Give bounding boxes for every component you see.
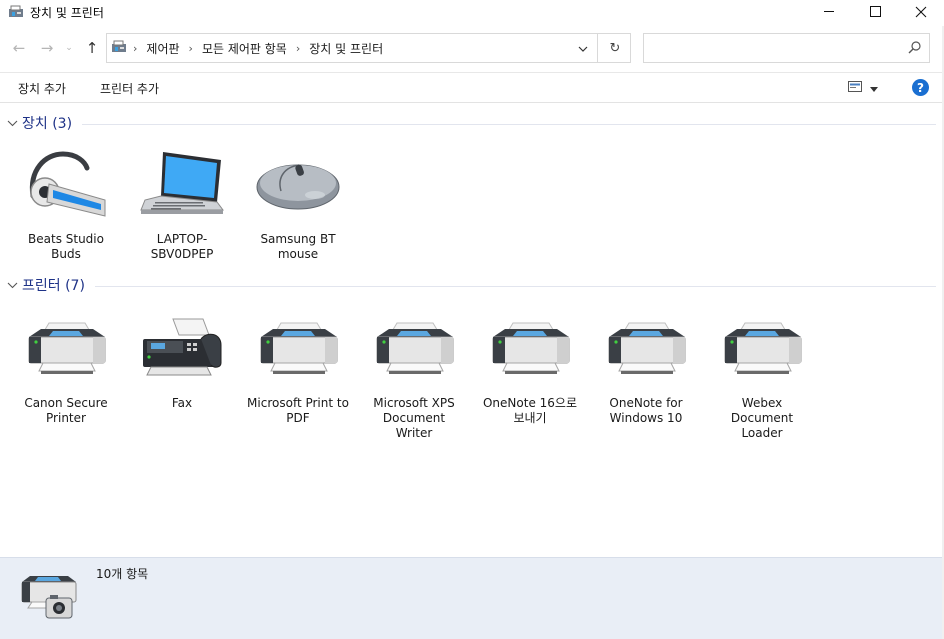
title-bar: 장치 및 프린터 (0, 0, 944, 26)
chevron-down-icon (578, 41, 588, 55)
devices-printers-icon (8, 5, 24, 22)
up-button[interactable]: ↑ (82, 38, 102, 58)
item-label: Samsung BT mouse (260, 232, 336, 261)
add-printer-button[interactable]: 프린터 추가 (100, 80, 159, 97)
group-title: 프린터 (7) (22, 278, 85, 294)
search-icon (908, 41, 921, 57)
change-view-button[interactable] (848, 81, 884, 95)
divider (82, 123, 936, 125)
printer-icon (601, 308, 691, 390)
arrow-left-icon: ← (12, 39, 26, 57)
address-bar[interactable]: › 제어판 › 모든 제어판 항목 › 장치 및 프린터 ↻ (106, 33, 631, 63)
printer-icon (253, 308, 343, 390)
item-label: Microsoft Print to PDF (247, 396, 349, 425)
address-dropdown-button[interactable] (573, 39, 593, 57)
device-item-beats-studio-buds[interactable]: Beats Studio Buds (11, 144, 121, 262)
maximize-icon (869, 6, 881, 20)
item-label: Microsoft XPS Document Writer (373, 396, 455, 440)
minimize-button[interactable] (806, 0, 852, 26)
breadcrumb-devices-printers[interactable]: 장치 및 프린터 (309, 40, 383, 57)
item-label: Canon Secure Printer (24, 396, 108, 425)
recent-locations-button[interactable]: ⌄ (62, 38, 76, 58)
chevron-right-icon[interactable]: › (133, 42, 137, 55)
device-item-samsung-bt-mouse[interactable]: Samsung BT mouse (243, 144, 353, 262)
maximize-button[interactable] (852, 0, 898, 26)
minimize-icon (823, 6, 835, 20)
breadcrumb: › 제어판 › 모든 제어판 항목 › 장치 및 프린터 (133, 40, 383, 57)
printer-item-onenote-for-windows-10[interactable]: OneNote for Windows 10 (591, 308, 701, 426)
devices-printers-icon (111, 40, 127, 57)
printer-item-canon-secure-printer[interactable]: Canon Secure Printer (11, 308, 121, 426)
help-icon: ? (917, 80, 924, 95)
laptop-icon (137, 144, 227, 226)
search-input[interactable] (643, 33, 930, 63)
printer-icon (717, 308, 807, 390)
chevron-down-icon (870, 81, 878, 95)
arrow-right-icon: → (40, 39, 54, 57)
item-label: LAPTOP-SBV0DPEP (150, 232, 214, 261)
mouse-icon (253, 144, 343, 226)
help-button[interactable]: ? (912, 79, 929, 96)
printer-item-fax[interactable]: Fax (127, 308, 237, 411)
window-title: 장치 및 프린터 (30, 6, 104, 20)
divider (597, 34, 598, 62)
command-bar: 장치 추가 프린터 추가 ? (0, 72, 944, 103)
item-count: 10개 항목 (96, 567, 149, 581)
view-icon (848, 81, 862, 95)
chevron-right-icon[interactable]: › (296, 42, 300, 55)
breadcrumb-control-panel[interactable]: 제어판 (146, 40, 179, 57)
group-header-printers[interactable]: 프린터 (7) (6, 274, 936, 296)
printer-item-onenote-16[interactable]: OneNote 16으로 보내기 (475, 308, 585, 426)
items-view: 장치 (3) Beats Studio Buds LAPTOP-SBV0DPEP… (0, 104, 944, 557)
item-label: Fax (171, 396, 193, 410)
refresh-button[interactable]: ↻ (605, 39, 625, 57)
chevron-down-icon[interactable] (6, 117, 18, 129)
details-pane: 10개 항목 (0, 557, 944, 639)
item-label: Beats Studio Buds (28, 232, 104, 261)
back-button[interactable]: ← (9, 38, 29, 58)
printer-icon (21, 308, 111, 390)
add-device-button[interactable]: 장치 추가 (18, 80, 66, 97)
devices-printers-icon (16, 572, 80, 625)
arrow-up-icon: ↑ (85, 39, 99, 57)
navigation-bar: ← → ⌄ ↑ › 제어판 › 모든 제어판 항목 › 장치 및 프린터 ↻ (0, 30, 944, 66)
printer-item-webex-document-loader[interactable]: Webex Document Loader (707, 308, 817, 441)
printer-item-microsoft-xps-document-writer[interactable]: Microsoft XPS Document Writer (359, 308, 469, 441)
printer-item-microsoft-print-to-pdf[interactable]: Microsoft Print to PDF (243, 308, 353, 426)
headset-icon (21, 144, 111, 226)
group-header-devices[interactable]: 장치 (3) (6, 112, 936, 134)
printer-icon (485, 308, 575, 390)
printer-icon (369, 308, 459, 390)
fax-icon (137, 308, 227, 390)
chevron-down-icon: ⌄ (65, 43, 73, 53)
device-item-laptop[interactable]: LAPTOP-SBV0DPEP (127, 144, 237, 262)
close-button[interactable] (898, 0, 944, 26)
refresh-icon: ↻ (609, 40, 621, 56)
divider (94, 285, 936, 287)
item-label: OneNote for Windows 10 (609, 396, 683, 425)
breadcrumb-all-items[interactable]: 모든 제어판 항목 (202, 40, 287, 57)
chevron-right-icon[interactable]: › (189, 42, 193, 55)
item-label: OneNote 16으로 보내기 (482, 396, 577, 425)
item-label: Webex Document Loader (730, 396, 794, 440)
group-title: 장치 (3) (22, 116, 73, 132)
forward-button[interactable]: → (37, 38, 57, 58)
close-icon (915, 6, 927, 21)
chevron-down-icon[interactable] (6, 279, 18, 291)
